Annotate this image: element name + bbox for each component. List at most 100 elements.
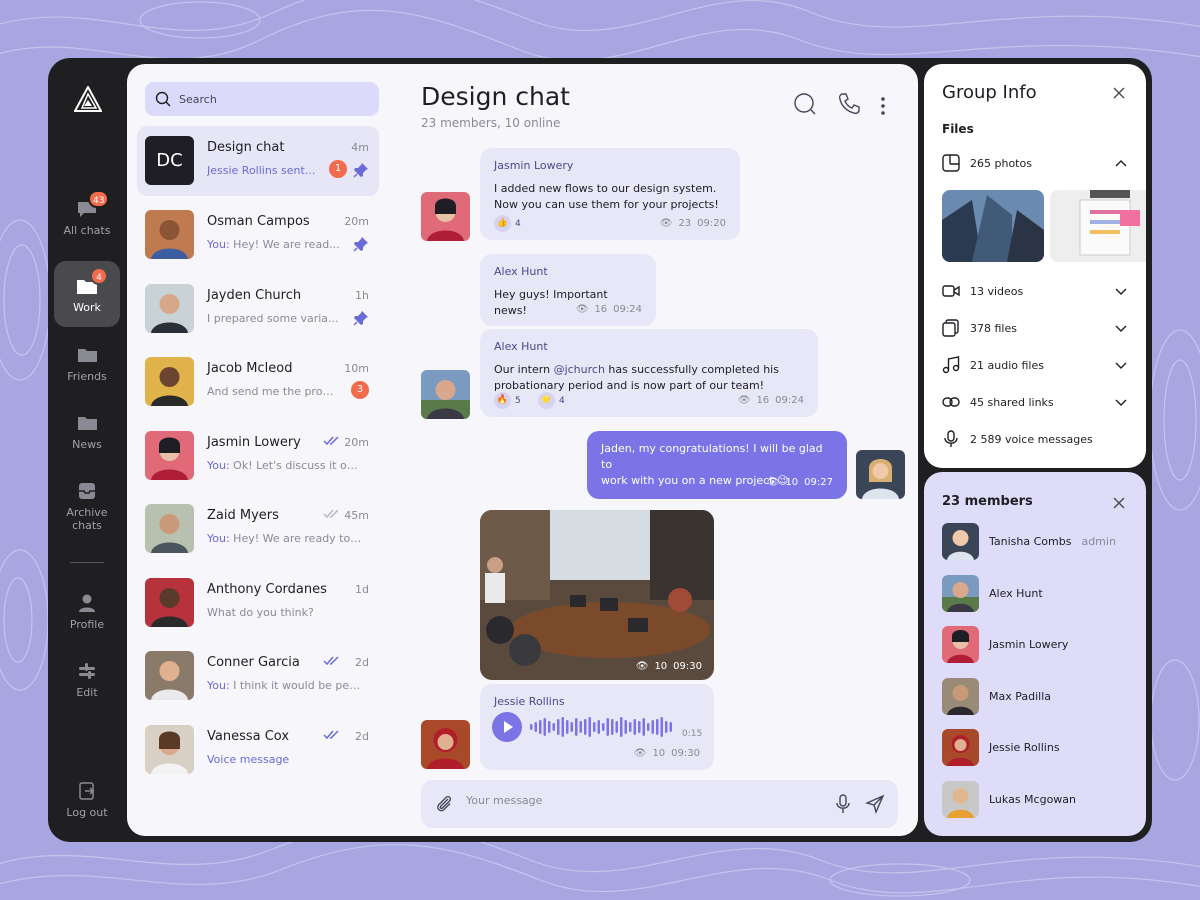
chat-item-osman-campos[interactable]: Osman Campos 20m You: Hey! We are read..…: [137, 200, 379, 270]
chat-item-design-chat[interactable]: DC Design chat 4m Jessie Rollins sent...…: [137, 126, 379, 196]
nav-news[interactable]: News: [54, 414, 120, 454]
search-icon: [155, 91, 171, 107]
chat-preview: You: Hey! We are ready to in...: [207, 532, 362, 545]
photo-thumbnail[interactable]: [942, 190, 1044, 262]
message-author: Jasmin Lowery: [494, 158, 726, 174]
chevron-up-icon: [1114, 156, 1128, 170]
phone-icon[interactable]: [837, 92, 861, 116]
message-meta: 👁2309:20: [660, 216, 726, 232]
folder-icon: [76, 346, 98, 364]
archive-icon: [76, 482, 98, 500]
files-row-files[interactable]: 378 files: [942, 317, 1128, 339]
waveform-bar: [562, 717, 565, 737]
chat-item-jasmin-lowery[interactable]: Jasmin Lowery 20m You: Ok! Let's discuss…: [137, 421, 379, 491]
chat-item-jayden-church[interactable]: Jayden Church 1h I prepared some varia..…: [137, 274, 379, 344]
mention-link[interactable]: @jchurch: [554, 363, 605, 376]
member-name: Tanisha Combs: [989, 535, 1071, 548]
message-bubble[interactable]: Alex Hunt Our intern @jchurch has succes…: [480, 329, 818, 417]
waveform-bar: [589, 717, 592, 737]
photo-icon: [942, 154, 960, 172]
waveform-bar: [548, 721, 551, 733]
nav-edit[interactable]: Edit: [54, 662, 120, 702]
avatar-alex-hunt: [421, 370, 470, 419]
avatar: [145, 725, 194, 774]
unread-badge: 4: [90, 267, 108, 285]
member-row[interactable]: Jasmin Lowery: [942, 625, 1128, 663]
avatar: [145, 357, 194, 406]
chat-preview: You: I think it would be perfe...: [207, 679, 362, 692]
nav-profile[interactable]: Profile: [54, 594, 120, 634]
microphone-icon[interactable]: [835, 794, 851, 814]
chat-name: Design chat: [207, 140, 284, 155]
chat-time: 4m: [351, 141, 369, 154]
files-row-voice[interactable]: 2 589 voice messages: [942, 428, 1128, 450]
thumbs-up-icon: 👍: [494, 215, 511, 232]
avatar: [942, 575, 979, 612]
reaction[interactable]: ⭐4: [538, 392, 565, 409]
chat-subtitle: 23 members, 10 online: [421, 116, 560, 130]
files-row-audio[interactable]: 21 audio files: [942, 354, 1128, 376]
waveform-bar: [620, 717, 623, 737]
paperclip-icon[interactable]: [435, 794, 455, 814]
message-bubble[interactable]: Jasmin Lowery I added new flows to our d…: [480, 148, 740, 240]
nav-archive-chats[interactable]: Archive chats: [54, 482, 120, 534]
chat-item-anthony-cordanes[interactable]: Anthony Cordanes 1d What do you think?: [137, 568, 379, 638]
files-row-videos[interactable]: 13 videos: [942, 280, 1128, 302]
chat-preview: I prepared some varia...: [207, 312, 362, 325]
voice-message-bubble[interactable]: Jessie Rollins 0:15 👁1009:30: [480, 684, 714, 770]
chevron-down-icon: [1114, 321, 1128, 335]
member-row[interactable]: Lukas Mcgowan: [942, 780, 1128, 818]
waveform-bar: [656, 719, 659, 735]
message-text: Jaden, my congratulations! I will be gla…: [601, 441, 833, 473]
play-button[interactable]: [492, 712, 522, 742]
chat-name: Vanessa Cox: [207, 729, 289, 744]
avatar: [145, 431, 194, 480]
nav-all-chats[interactable]: 43 All chats: [54, 196, 120, 246]
audio-waveform[interactable]: [530, 716, 676, 738]
logo-icon: [74, 86, 102, 112]
chat-item-conner-garcia[interactable]: Conner Garcia 2d You: I think it would b…: [137, 641, 379, 711]
waveform-bar: [544, 718, 547, 736]
message-bubble[interactable]: Alex Hunt Hey guys! Important news! 👁160…: [480, 254, 656, 326]
member-row[interactable]: Alex Hunt: [942, 574, 1128, 612]
logout-button[interactable]: Log out: [54, 782, 120, 822]
member-row[interactable]: Jessie Rollins: [942, 728, 1128, 766]
more-options-icon[interactable]: [877, 94, 889, 118]
nav-work[interactable]: 4 Work: [54, 261, 120, 327]
chat-item-jacob-mcleod[interactable]: Jacob Mcleod 10m And send me the proto..…: [137, 347, 379, 417]
files-heading: Files: [942, 122, 974, 136]
search-input[interactable]: [179, 93, 359, 106]
group-avatar: DC: [145, 136, 194, 185]
chevron-down-icon: [1114, 358, 1128, 372]
message-meta: 👁1009:30: [634, 746, 700, 762]
nav-friends[interactable]: Friends: [54, 346, 120, 386]
close-icon[interactable]: [1112, 86, 1126, 100]
chat-item-zaid-myers[interactable]: Zaid Myers 45m You: Hey! We are ready to…: [137, 494, 379, 564]
chat-title: Design chat: [421, 82, 570, 111]
member-row[interactable]: Tanisha Combs admin: [942, 522, 1128, 560]
member-row[interactable]: Max Padilla: [942, 677, 1128, 715]
search-bar[interactable]: [145, 82, 379, 116]
files-row-photos[interactable]: 265 photos: [942, 152, 1128, 174]
avatar-jessie-rollins: [421, 720, 470, 769]
close-icon[interactable]: [1112, 496, 1126, 510]
chat-time: 1d: [355, 583, 369, 596]
reaction[interactable]: 👍4: [494, 215, 521, 232]
avatar-self: [856, 450, 905, 499]
unread-count: 3: [351, 381, 369, 399]
send-icon[interactable]: [865, 794, 885, 814]
chat-item-vanessa-cox[interactable]: Vanessa Cox 2d Voice message: [137, 715, 379, 785]
own-message-bubble[interactable]: Jaden, my congratulations! I will be gla…: [587, 431, 847, 499]
message-input[interactable]: [466, 794, 806, 807]
members-panel: 23 members Tanisha Combs admin Alex Hunt…: [924, 472, 1146, 836]
chat-preview: You: Hey! We are read...: [207, 238, 362, 251]
message-author: Alex Hunt: [494, 264, 642, 280]
reaction[interactable]: 🔥5: [494, 392, 521, 409]
message-meta: 👁1609:24: [738, 393, 804, 409]
photo-thumbnail[interactable]: [1050, 190, 1146, 262]
chat-name: Conner Garcia: [207, 655, 300, 670]
search-icon[interactable]: [793, 92, 817, 116]
message-composer: [421, 780, 898, 828]
shared-photo[interactable]: 👁1009:30: [480, 510, 714, 680]
files-row-links[interactable]: 45 shared links: [942, 391, 1128, 413]
